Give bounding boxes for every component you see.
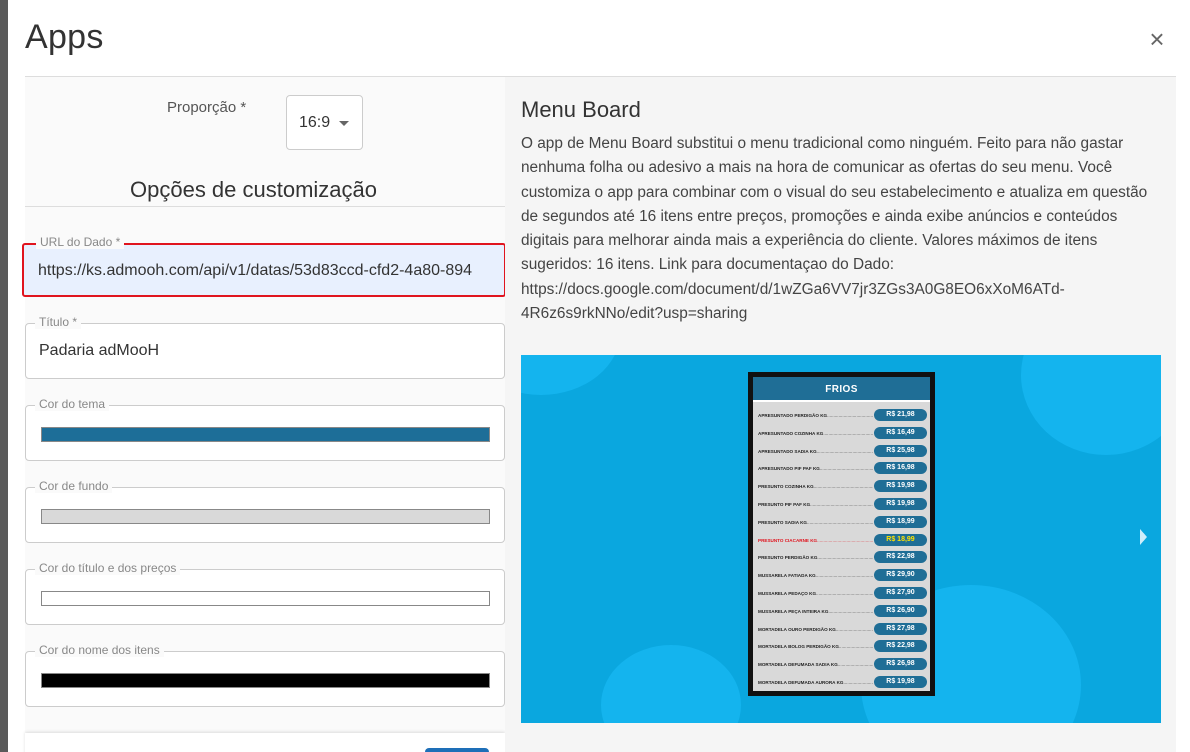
- title-price-color-field[interactable]: Cor do título e dos preços: [25, 561, 505, 625]
- bg-blob: [1021, 355, 1161, 455]
- menu-item-name: PRESUNTO CIACARNE KG: [758, 538, 873, 543]
- menu-item-row: MORTADELA OURO PERDIGÃO KGR$ 27,98: [753, 621, 930, 639]
- menu-item-price: R$ 19,98: [874, 675, 927, 688]
- menu-item-row: MORTADELA DEFUMADA AURORA KGR$ 19,98: [753, 674, 930, 692]
- menu-item-price: R$ 19,98: [874, 480, 927, 493]
- dialog-title: Apps: [25, 18, 104, 56]
- theme-color-swatch[interactable]: [41, 427, 490, 442]
- app-preview: FRIOS APRESUNTADO PERDIGÃO KGR$ 21,98APR…: [521, 355, 1161, 723]
- app-description: O app de Menu Board substitui o menu tra…: [521, 135, 1148, 323]
- menu-board-title: FRIOS: [825, 384, 858, 395]
- customization-heading: Opções de customização: [130, 177, 378, 202]
- menu-item-row: APRESUNTADO COZINHA KGR$ 16,49: [753, 425, 930, 443]
- menu-item-price: R$ 25,98: [874, 444, 927, 457]
- title-field[interactable]: Título * Padaria adMooH: [25, 315, 505, 379]
- menu-board-body: FRIOS APRESUNTADO PERDIGÃO KGR$ 21,98APR…: [753, 377, 930, 691]
- menu-item-price: R$ 27,90: [874, 586, 927, 599]
- menu-item-name: MORTADELA DEFUMADA SADIA KG: [758, 662, 873, 667]
- item-name-color-label: Cor do nome dos itens: [35, 643, 164, 657]
- menu-item-price: R$ 22,98: [874, 640, 927, 653]
- title-field-label: Título *: [35, 315, 82, 329]
- settings-panel: Proporção * 16:9 Opções de customização …: [22, 77, 506, 752]
- menu-item-name: PRESUNTO COZINHA KG: [758, 484, 873, 489]
- proportion-value: 16:9: [299, 114, 331, 131]
- menu-item-row: PRESUNTO PIF PAF KGR$ 19,98: [753, 496, 930, 514]
- menu-item-name: MUSSARELA PEDAÇO KG: [758, 591, 873, 596]
- menu-item-name: MUSSARELA FATIADA KG: [758, 573, 873, 578]
- action-button[interactable]: [425, 748, 489, 752]
- proportion-select[interactable]: 16:9: [286, 95, 363, 150]
- next-arrow-icon[interactable]: [1140, 529, 1147, 545]
- chevron-down-icon: [339, 121, 349, 126]
- menu-item-row: APRESUNTADO PERDIGÃO KGR$ 21,98: [753, 407, 930, 425]
- menu-board-items: APRESUNTADO PERDIGÃO KGR$ 21,98APRESUNTA…: [753, 407, 930, 692]
- menu-item-name: APRESUNTADO PIF PAF KG: [758, 466, 873, 471]
- menu-item-row: PRESUNTO COZINHA KGR$ 19,98: [753, 478, 930, 496]
- menu-item-name: MORTADELA OURO PERDIGÃO KG: [758, 627, 873, 632]
- bg-blob: [601, 645, 741, 723]
- theme-color-field[interactable]: Cor do tema: [25, 397, 505, 461]
- menu-item-price: R$ 16,49: [874, 426, 927, 439]
- url-field[interactable]: URL do Dado * https://ks.admooh.com/api/…: [22, 235, 506, 297]
- bg-blob: [521, 355, 621, 395]
- menu-item-price: R$ 29,90: [874, 569, 927, 582]
- title-price-color-label: Cor do título e dos preços: [35, 561, 181, 575]
- theme-color-label: Cor do tema: [35, 397, 110, 411]
- menu-item-name: PRESUNTO PIF PAF KG: [758, 502, 873, 507]
- bg-color-swatch[interactable]: [41, 509, 490, 524]
- menu-item-name: MUSSARELA PEÇA INTEIRA KG: [758, 609, 873, 614]
- url-field-label: URL do Dado *: [36, 235, 125, 249]
- menu-item-row: MUSSARELA PEÇA INTEIRA KGR$ 26,90: [753, 603, 930, 621]
- menu-board-preview: FRIOS APRESUNTADO PERDIGÃO KGR$ 21,98APR…: [748, 372, 935, 696]
- menu-item-price: R$ 26,90: [874, 604, 927, 617]
- menu-item-row: APRESUNTADO SADIA KGR$ 25,98: [753, 443, 930, 461]
- menu-item-row: MORTADELA DEFUMADA SADIA KGR$ 26,98: [753, 656, 930, 674]
- menu-item-name: PRESUNTO PERDIGÃO KG: [758, 555, 873, 560]
- menu-item-name: APRESUNTADO PERDIGÃO KG: [758, 413, 873, 418]
- menu-item-row: MUSSARELA FATIADA KGR$ 29,90: [753, 567, 930, 585]
- menu-item-name: MORTADELA BOLOG PERDIGÃO KG: [758, 644, 873, 649]
- menu-item-row: MUSSARELA PEDAÇO KGR$ 27,90: [753, 585, 930, 603]
- menu-item-price: R$ 22,98: [874, 551, 927, 564]
- menu-item-name: MORTADELA DEFUMADA AURORA KG: [758, 680, 873, 685]
- app-title: Menu Board: [521, 97, 641, 122]
- menu-item-price: R$ 19,98: [874, 497, 927, 510]
- menu-item-price: R$ 27,98: [874, 622, 927, 635]
- bg-color-field[interactable]: Cor de fundo: [25, 479, 505, 543]
- menu-item-price: R$ 21,98: [874, 409, 927, 421]
- proportion-label: Proporção *: [167, 99, 247, 116]
- menu-board-header: FRIOS: [753, 377, 930, 402]
- menu-item-price: R$ 18,99: [874, 533, 927, 546]
- title-field-value[interactable]: Padaria adMooH: [39, 342, 499, 360]
- menu-item-price: R$ 26,98: [874, 658, 927, 671]
- menu-item-row: PRESUNTO CIACARNE KGR$ 18,99: [753, 532, 930, 550]
- menu-item-row: PRESUNTO PERDIGÃO KGR$ 22,98: [753, 549, 930, 567]
- item-name-color-swatch[interactable]: [41, 673, 490, 688]
- bg-color-label: Cor de fundo: [35, 479, 113, 493]
- menu-item-row: MORTADELA BOLOG PERDIGÃO KGR$ 22,98: [753, 638, 930, 656]
- menu-item-price: R$ 16,98: [874, 462, 927, 475]
- item-name-color-field[interactable]: Cor do nome dos itens: [25, 643, 505, 707]
- action-bar: [25, 733, 505, 752]
- url-field-value[interactable]: https://ks.admooh.com/api/v1/datas/53d83…: [38, 262, 500, 280]
- apps-dialog: Apps × Proporção * 16:9 Opções de custom…: [8, 0, 1190, 752]
- close-icon[interactable]: ×: [1147, 26, 1167, 52]
- info-panel: Menu Board O app de Menu Board substitui…: [505, 77, 1176, 752]
- menu-item-row: APRESUNTADO PIF PAF KGR$ 16,98: [753, 460, 930, 478]
- customization-divider: [25, 206, 505, 207]
- menu-item-name: APRESUNTADO SADIA KG: [758, 449, 873, 454]
- menu-item-price: R$ 18,99: [874, 515, 927, 528]
- menu-item-row: PRESUNTO SADIA KGR$ 18,99: [753, 514, 930, 532]
- menu-item-name: APRESUNTADO COZINHA KG: [758, 431, 873, 436]
- menu-item-name: PRESUNTO SADIA KG: [758, 520, 873, 525]
- title-price-color-swatch[interactable]: [41, 591, 490, 606]
